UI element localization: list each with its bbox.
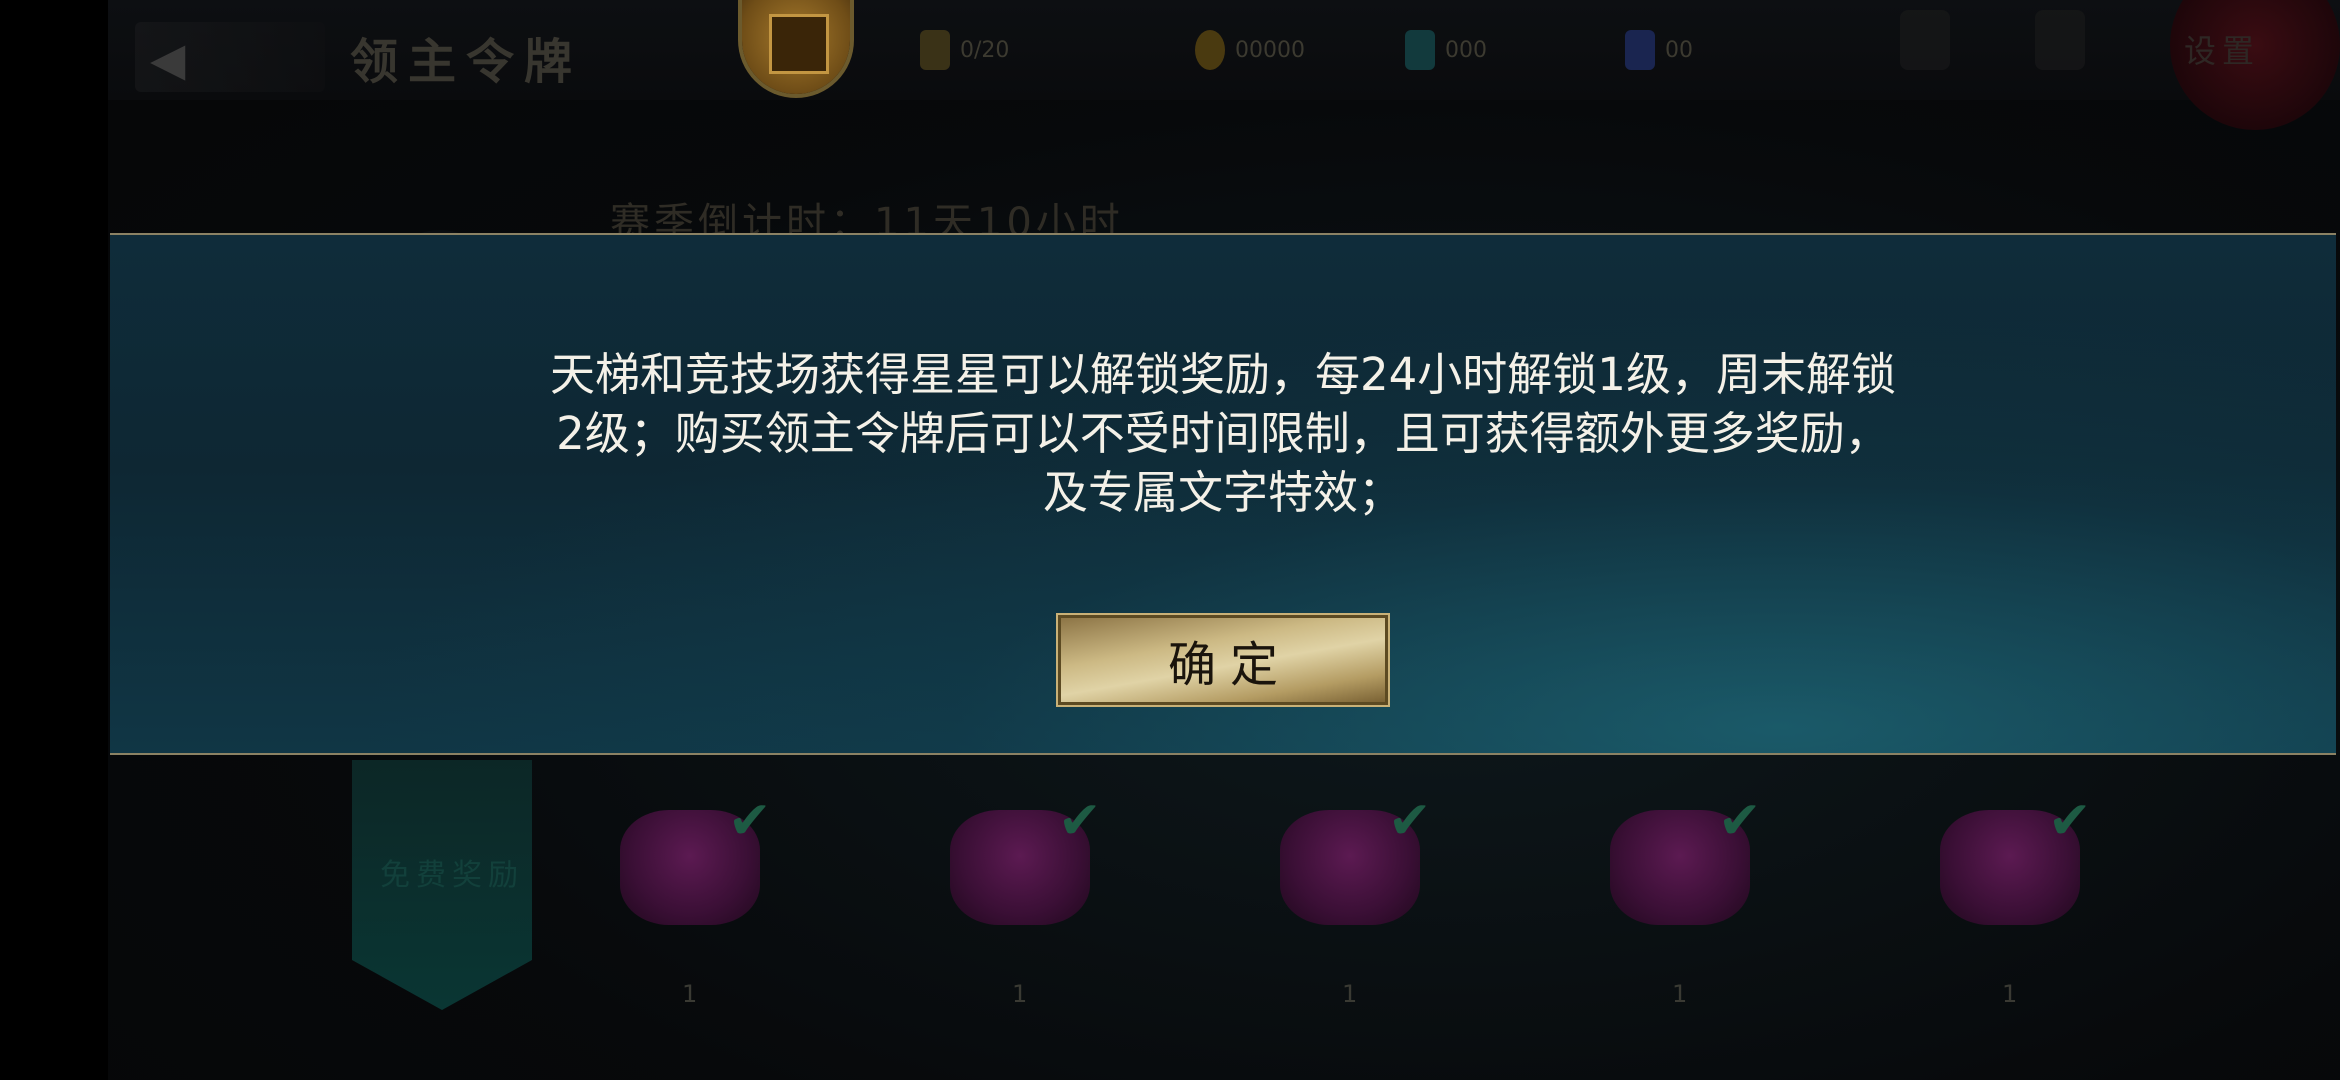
left-black-bar: [0, 0, 108, 1080]
reward-count: 1: [1342, 980, 1358, 1008]
trophy-icon: [920, 30, 950, 70]
reward-item[interactable]: ✔ 1: [950, 790, 1102, 1008]
reward-row: ✔ 1 ✔ 1 ✔ 1 ✔ 1 ✔ 1: [620, 790, 2092, 1008]
check-icon: ✔: [728, 791, 772, 851]
reward-count: 1: [1672, 980, 1688, 1008]
check-icon: ✔: [1058, 791, 1102, 851]
resource-gem[interactable]: 000: [1405, 30, 1487, 70]
page-title: 领主令牌: [350, 34, 583, 90]
sapphire-icon: [1625, 30, 1655, 70]
check-icon: ✔: [1718, 791, 1762, 851]
reward-item[interactable]: ✔ 1: [1940, 790, 2092, 1008]
back-arrow-icon: ◀: [150, 32, 186, 86]
reward-item[interactable]: ✔ 1: [1280, 790, 1432, 1008]
resource-trophy[interactable]: 0/20: [920, 30, 1009, 70]
confirm-label: 确定: [1167, 637, 1292, 693]
check-icon: ✔: [2048, 791, 2092, 851]
trophy-value: 0/20: [960, 37, 1010, 63]
reward-item[interactable]: ✔ 1: [1610, 790, 1762, 1008]
gem-icon: [1405, 30, 1435, 70]
reward-count: 1: [2002, 980, 2018, 1008]
reward-item[interactable]: ✔ 1: [620, 790, 772, 1008]
banner-label: 免费奖励: [380, 858, 524, 893]
sapphire-value: 00: [1665, 37, 1693, 63]
resource-gold[interactable]: 00000: [1195, 30, 1305, 70]
check-icon: ✔: [1388, 791, 1432, 851]
gold-coin-icon: [1195, 30, 1225, 70]
reward-count: 1: [682, 980, 698, 1008]
corner-label: 设置: [2183, 32, 2260, 70]
info-icon[interactable]: [1900, 10, 1950, 70]
gem-value: 000: [1445, 37, 1487, 63]
dialog-message: 天梯和竞技场获得星星可以解锁奖励，每24小时解锁1级，周末解锁2级；购买领主令牌…: [550, 348, 1896, 519]
confirm-button[interactable]: 确定: [1056, 613, 1390, 707]
resource-sapphire[interactable]: 00: [1625, 30, 1693, 70]
gold-value: 00000: [1235, 37, 1305, 63]
reward-count: 1: [1012, 980, 1028, 1008]
home-icon[interactable]: [2035, 10, 2085, 70]
info-dialog: 天梯和竞技场获得星星可以解锁奖励，每24小时解锁1级，周末解锁2级；购买领主令牌…: [110, 233, 2336, 755]
